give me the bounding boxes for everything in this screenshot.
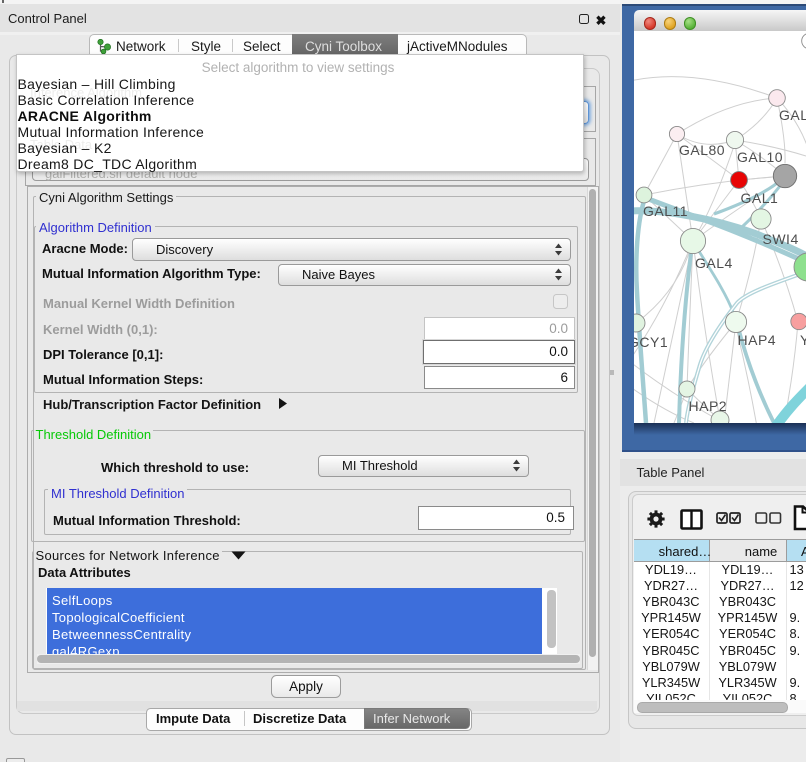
svg-text:GAL7: GAL7 bbox=[779, 107, 806, 123]
svg-text:HAP4: HAP4 bbox=[737, 332, 776, 348]
svg-text:YM: YM bbox=[800, 332, 806, 348]
svg-text:GAL11: GAL11 bbox=[643, 203, 688, 219]
svg-text:SWI4: SWI4 bbox=[762, 231, 798, 247]
svg-text:GAL80: GAL80 bbox=[679, 142, 725, 158]
svg-text:GAL1: GAL1 bbox=[740, 190, 778, 206]
svg-text:GCY1: GCY1 bbox=[634, 334, 668, 350]
svg-text:HAP2: HAP2 bbox=[688, 398, 727, 414]
svg-text:GAL10: GAL10 bbox=[737, 149, 783, 165]
svg-text:GAL4: GAL4 bbox=[695, 255, 733, 271]
